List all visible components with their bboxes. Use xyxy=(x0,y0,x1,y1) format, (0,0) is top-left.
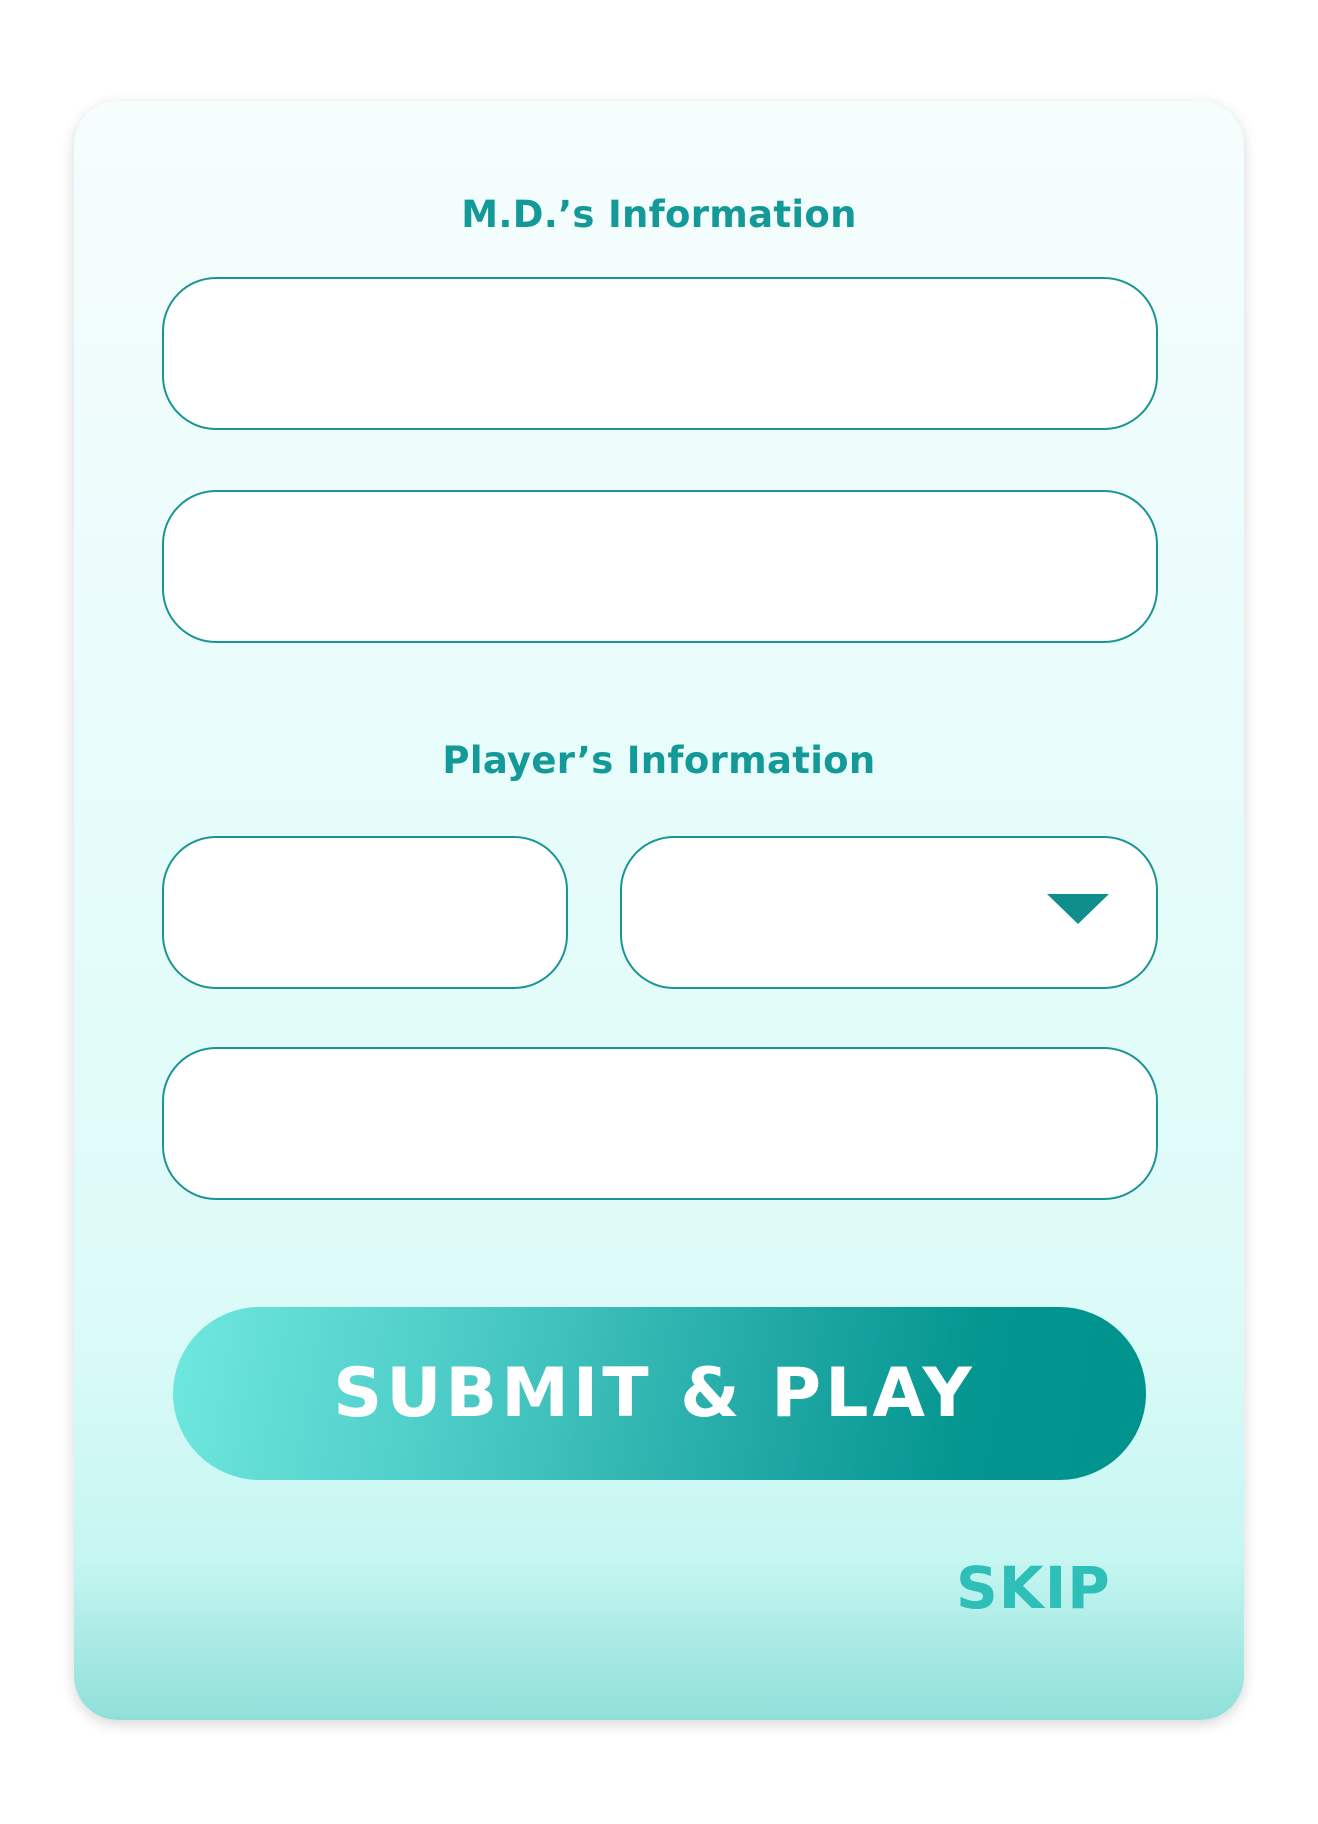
skip-link[interactable]: SKIP xyxy=(956,1552,1116,1624)
md-field-2[interactable] xyxy=(162,490,1158,643)
player-dropdown-select[interactable] xyxy=(620,836,1158,989)
player-field-2[interactable] xyxy=(162,1047,1158,1200)
player-field-1[interactable] xyxy=(162,836,568,989)
player-information-title: Player’s Information xyxy=(442,739,876,782)
md-information-title: M.D.’s Information xyxy=(461,193,857,236)
submit-and-play-button[interactable]: SUBMIT & PLAY xyxy=(173,1307,1146,1480)
md-field-1[interactable] xyxy=(162,277,1158,430)
caret-down-icon[interactable] xyxy=(1047,894,1109,924)
submit-button-label: SUBMIT & PLAY xyxy=(333,1354,976,1433)
